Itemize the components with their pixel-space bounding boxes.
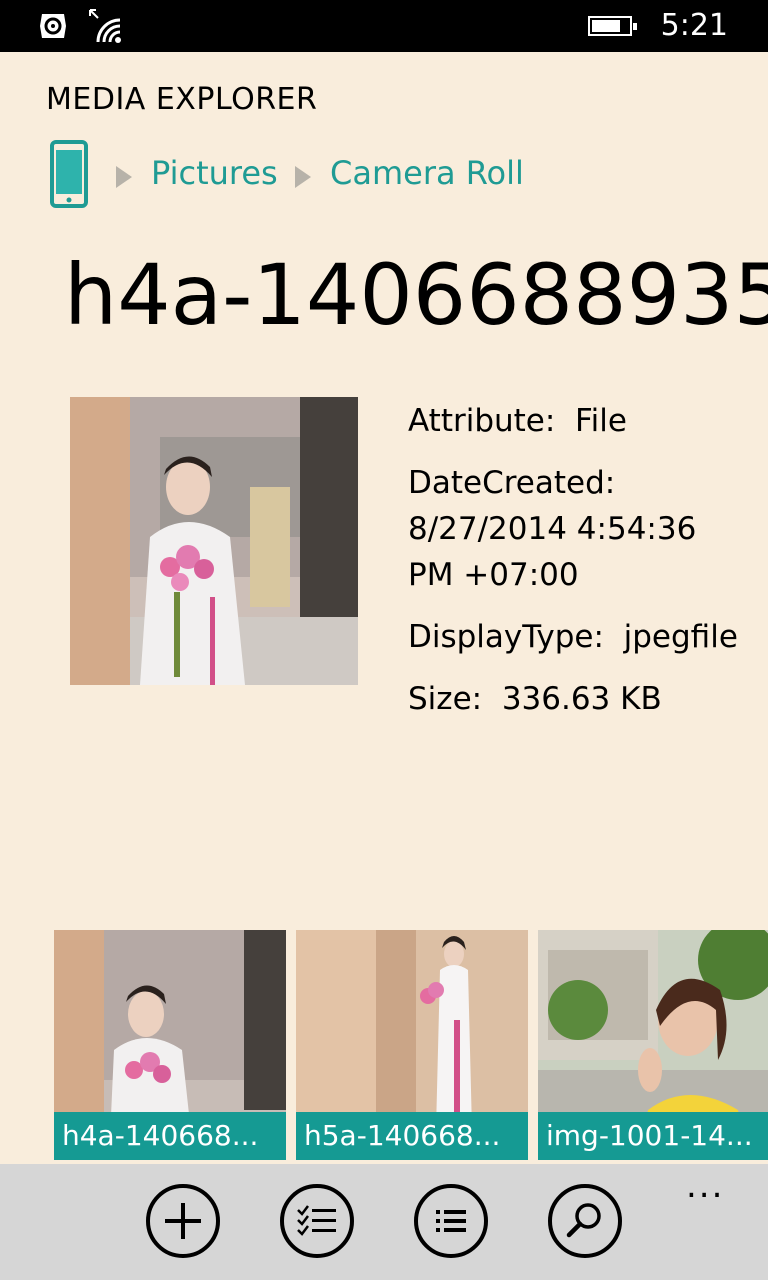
list-icon: [436, 1210, 466, 1232]
thumbnail-caption: img-1001-14...: [538, 1112, 768, 1160]
property-size: Size: 336.63 KB: [408, 676, 768, 722]
file-properties: Attribute: File DateCreated: 8/27/2014 4…: [408, 398, 768, 738]
add-button[interactable]: [146, 1184, 220, 1258]
battery-icon: [588, 16, 637, 36]
chevron-right-icon: [116, 166, 132, 188]
search-button[interactable]: [548, 1184, 622, 1258]
property-label: DateCreated:: [408, 465, 616, 501]
property-value: 336.63 KB: [501, 681, 662, 717]
thumbnail-item[interactable]: h4a-140668...: [54, 930, 286, 1160]
property-label: DisplayType:: [408, 619, 604, 655]
breadcrumb-item-camera-roll[interactable]: Camera Roll: [330, 154, 524, 192]
thumbnail-caption: h5a-140668...: [296, 1112, 528, 1160]
property-value: File: [575, 403, 627, 439]
property-display-type: DisplayType: jpegfile: [408, 614, 768, 660]
select-button[interactable]: [280, 1184, 354, 1258]
thumbnail-caption: h4a-140668...: [54, 1112, 286, 1160]
page-title: h4a-1406688935_6: [64, 246, 768, 344]
phone-icon[interactable]: [50, 140, 88, 208]
image-preview[interactable]: [70, 397, 358, 685]
thumbnail-strip: h4a-140668... h5a-140668... img-1001-14.…: [54, 930, 768, 1160]
chevron-right-icon: [295, 166, 311, 188]
app-title: MEDIA EXPLORER: [46, 82, 318, 117]
thumbnail-item[interactable]: img-1001-14...: [538, 930, 768, 1160]
photo-woman-lotus: [70, 397, 358, 685]
property-value: jpegfile: [623, 619, 738, 655]
breadcrumb-item-pictures[interactable]: Pictures: [151, 154, 278, 192]
property-label: Size:: [408, 681, 483, 717]
property-label: Attribute:: [408, 403, 556, 439]
search-icon: [566, 1203, 601, 1238]
property-attribute: Attribute: File: [408, 398, 768, 444]
more-options-icon[interactable]: ...: [686, 1166, 724, 1206]
property-value: 8/27/2014 4:54:36 PM +07:00: [408, 511, 697, 593]
list-button[interactable]: [414, 1184, 488, 1258]
status-bar: 5:21: [0, 0, 768, 52]
thumbnail-item[interactable]: h5a-140668...: [296, 930, 528, 1160]
property-date-created: DateCreated: 8/27/2014 4:54:36 PM +07:00: [408, 460, 738, 598]
breadcrumb: Pictures Camera Roll: [50, 140, 750, 210]
add-icon: [165, 1203, 201, 1239]
multi-select-icon: [297, 1205, 336, 1236]
nfc-icon: [40, 14, 66, 38]
wifi-icon: [89, 9, 121, 43]
status-time: 5:21: [660, 8, 728, 43]
app-bar: ...: [0, 1164, 768, 1280]
